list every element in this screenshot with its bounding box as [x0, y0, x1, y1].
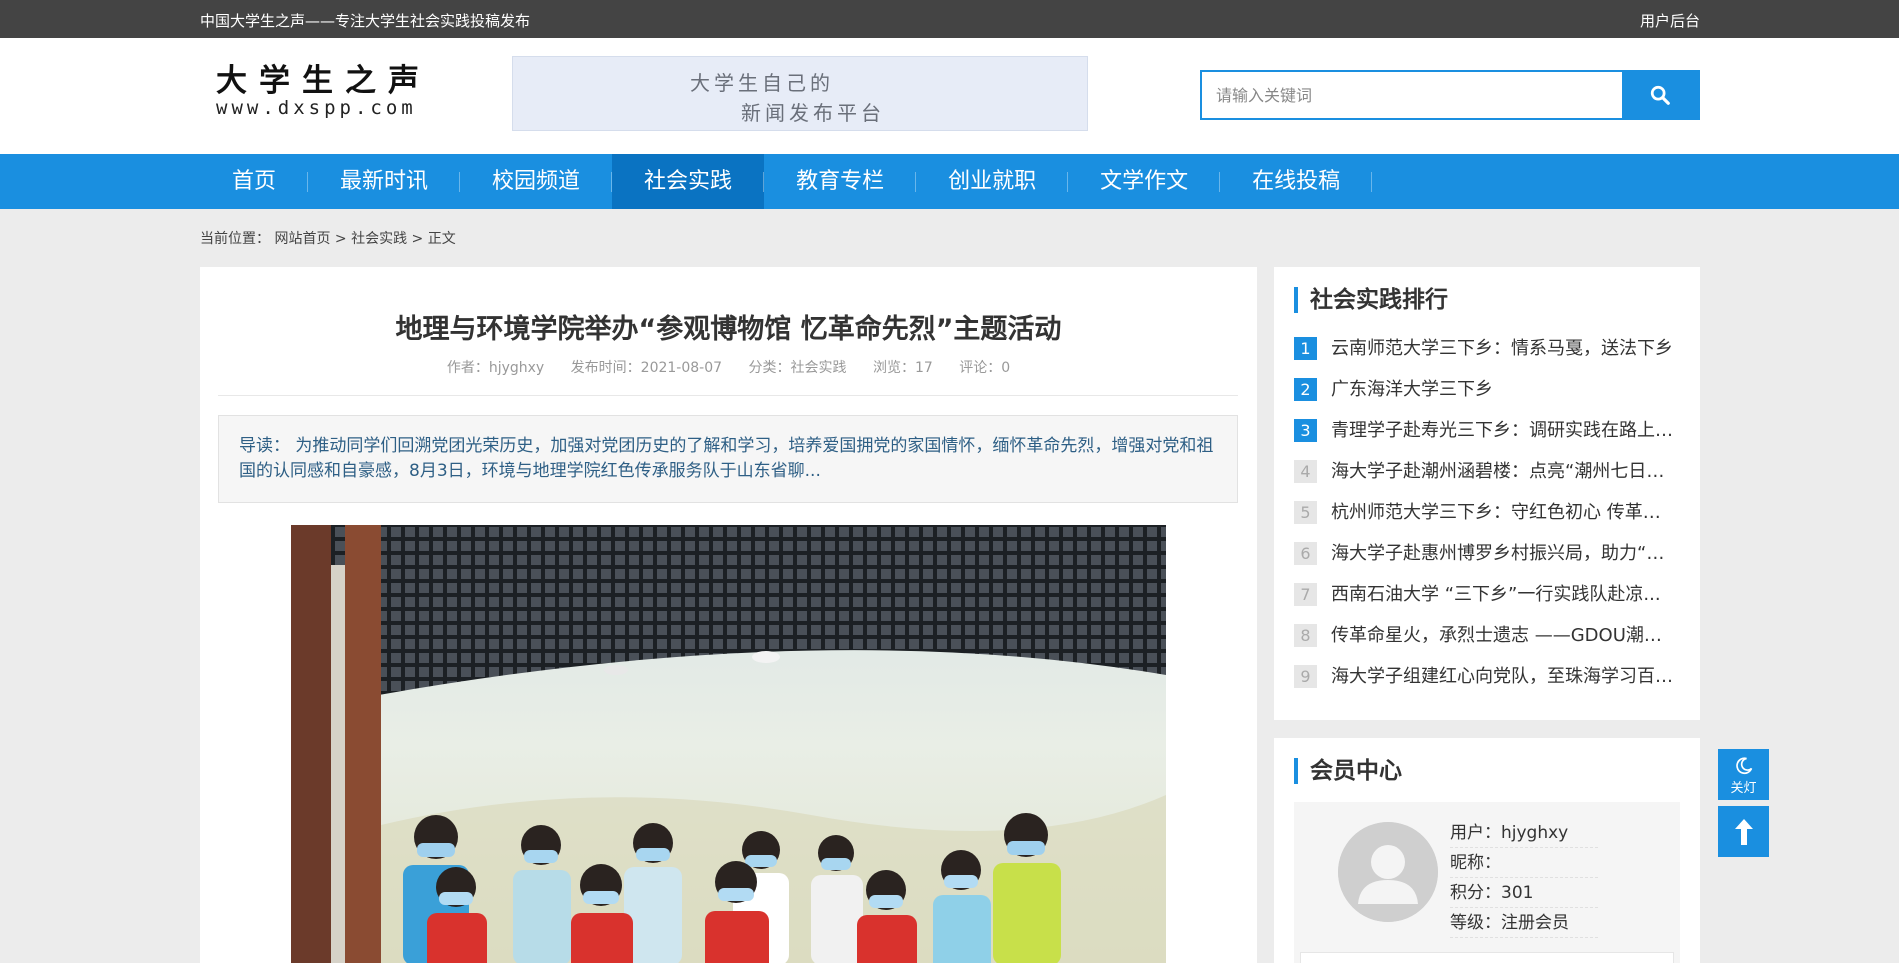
nav-item-label: 最新时讯 [340, 169, 429, 194]
breadcrumb-home-link[interactable]: 网站首页 [274, 231, 330, 247]
user-backend-link[interactable]: 用户后台 [1640, 10, 1700, 31]
back-to-top-button[interactable] [1718, 806, 1769, 857]
nav-item-campus[interactable]: 校园频道 [460, 154, 613, 209]
member-info-box: 用户：hjyghxy 昵称： 积分：301 等级：注册会员 [1294, 802, 1680, 963]
ranking-item[interactable]: 4 海大学子赴潮州涵碧楼：点亮“潮州七日红... [1294, 460, 1680, 501]
site-logo[interactable]: 大学生之声 www.dxspp.com [216, 64, 446, 124]
nav-item-latest-news[interactable]: 最新时讯 [308, 154, 461, 209]
nav-item-label: 社会实践 [644, 169, 733, 194]
member-points: 积分：301 [1450, 878, 1598, 908]
article-meta: 作者：hjyghxy 发布时间：2021-08-07 分类：社会实践 浏览：17… [200, 357, 1257, 377]
ranking-item-title: 西南石油大学 “三下乡”一行实践队赴凉... [1331, 584, 1661, 605]
dark-mode-button[interactable]: 关灯 [1718, 749, 1769, 800]
ranking-item[interactable]: 5 杭州师范大学三下乡：守红色初心 传革命... [1294, 501, 1680, 542]
ranking-item-title: 云南师范大学三下乡：情系马戛，送法下乡 [1331, 338, 1673, 359]
ranking-panel: 社会实践排行 1 云南师范大学三下乡：情系马戛，送法下乡 2 广东海洋大学三下乡 3… [1274, 267, 1700, 720]
ranking-number: 1 [1294, 337, 1317, 360]
banner-line-2: 新闻发布平台 [741, 101, 885, 125]
ranking-item[interactable]: 8 传革命星火，承烈士遗志 ——GDOU潮州... [1294, 624, 1680, 665]
ranking-item-title: 海大学子赴潮州涵碧楼：点亮“潮州七日红... [1331, 461, 1677, 482]
ranking-number: 6 [1294, 542, 1317, 565]
article-date: 发布时间：2021-08-07 [570, 360, 723, 376]
nav-item-submit[interactable]: 在线投稿 [1220, 154, 1373, 209]
article-title: 地理与环境学院举办“参观博物馆 忆革命先烈”主题活动 [395, 314, 1062, 345]
ranking-title: 社会实践排行 [1294, 287, 1448, 313]
ranking-item-title: 海大学子赴惠州博罗乡村振兴局，助力“鹅... [1331, 543, 1677, 564]
article-divider [218, 395, 1238, 396]
ranking-number: 5 [1294, 501, 1317, 524]
header-banner: 大学生自己的 新闻发布平台 [512, 56, 1088, 131]
ranking-number: 4 [1294, 460, 1317, 483]
ranking-item-title: 传革命星火，承烈士遗志 ——GDOU潮州... [1331, 625, 1677, 646]
member-info: 用户：hjyghxy 昵称： 积分：301 等级：注册会员 [1450, 818, 1598, 938]
article-panel: 地理与环境学院举办“参观博物馆 忆革命先烈”主题活动 作者：hjyghxy 发布… [200, 267, 1257, 963]
article-category: 分类：社会实践 [748, 360, 847, 376]
member-user: 用户：hjyghxy [1450, 818, 1598, 848]
nav-item-career[interactable]: 创业就职 [916, 154, 1069, 209]
museum-group-photo [291, 525, 1166, 963]
nav-item-label: 教育专栏 [796, 169, 885, 194]
nav-item-label: 创业就职 [948, 169, 1037, 194]
ranking-item[interactable]: 7 西南石油大学 “三下乡”一行实践队赴凉... [1294, 583, 1680, 624]
ranking-number: 3 [1294, 419, 1317, 442]
dark-mode-label: 关灯 [1730, 781, 1757, 796]
ranking-number: 8 [1294, 624, 1317, 647]
article-author: 作者：hjyghxy [446, 360, 545, 376]
ranking-item-title: 海大学子组建红心向党队，至珠海学习百年... [1331, 666, 1677, 687]
nav-list: 首页 最新时讯 校园频道 社会实践 教育专栏 创业就职 文学作文 在线投稿 [200, 154, 1373, 209]
nav-item-social-practice[interactable]: 社会实践 [612, 154, 765, 209]
ranking-number: 2 [1294, 378, 1317, 401]
nav-item-label: 在线投稿 [1252, 169, 1341, 194]
ranking-item[interactable]: 1 云南师范大学三下乡：情系马戛，送法下乡 [1294, 337, 1680, 378]
nav-item-literature[interactable]: 文学作文 [1068, 154, 1221, 209]
breadcrumb-separator: > [334, 231, 347, 247]
member-level: 等级：注册会员 [1450, 908, 1598, 938]
nav-item-label: 校园频道 [492, 169, 581, 194]
breadcrumb-separator: > [411, 231, 424, 247]
article-lead: 导读： 为推动同学们回溯党团光荣历史，加强对党团历史的了解和学习，培养爱国拥党的… [218, 415, 1238, 503]
article-photo [291, 525, 1166, 963]
ranking-list: 1 云南师范大学三下乡：情系马戛，送法下乡 2 广东海洋大学三下乡 3 青理学子赴寿光… [1294, 337, 1680, 706]
site-header: 大学生之声 www.dxspp.com 大学生自己的 新闻发布平台 [0, 38, 1899, 154]
ranking-item-title: 青理学子赴寿光三下乡：调研实践在路上，... [1331, 420, 1677, 441]
arrow-up-icon [1735, 819, 1753, 845]
breadcrumb-category-link[interactable]: 社会实践 [351, 231, 407, 247]
breadcrumb-prefix: 当前位置： [200, 231, 270, 247]
main-nav: 首页 最新时讯 校园频道 社会实践 教育专栏 创业就职 文学作文 在线投稿 [0, 154, 1899, 209]
nav-item-education[interactable]: 教育专栏 [764, 154, 917, 209]
search-icon [1650, 85, 1670, 105]
banner-line-1: 大学生自己的 [690, 71, 834, 95]
article-comments: 评论：0 [959, 360, 1011, 376]
ranking-number: 9 [1294, 665, 1317, 688]
nav-item-home[interactable]: 首页 [200, 154, 309, 209]
logo-chinese-text: 大学生之声 [216, 63, 431, 99]
member-center-title: 会员中心 [1294, 758, 1402, 784]
article-views: 浏览：17 [872, 360, 933, 376]
breadcrumb-current: 正文 [427, 231, 456, 247]
nav-item-label: 文学作文 [1100, 169, 1189, 194]
ranking-item-title: 广东海洋大学三下乡 [1331, 379, 1493, 400]
ranking-item-title: 杭州师范大学三下乡：守红色初心 传革命... [1331, 502, 1677, 523]
search-input[interactable] [1202, 72, 1622, 118]
ranking-number: 7 [1294, 583, 1317, 606]
site-slogan: 中国大学生之声——专注大学生社会实践投稿发布 [200, 12, 531, 30]
breadcrumb: 当前位置： 网站首页 > 社会实践 > 正文 [200, 228, 456, 248]
ranking-item[interactable]: 3 青理学子赴寿光三下乡：调研实践在路上，... [1294, 419, 1680, 460]
top-bar: 中国大学生之声——专注大学生社会实践投稿发布 用户后台 [0, 0, 1899, 38]
member-center-panel: 会员中心 用户：hjyghxy 昵称： 积分：301 等级：注册会员 [1274, 738, 1700, 963]
member-actions-card [1300, 952, 1674, 963]
nav-item-label: 首页 [232, 169, 277, 194]
ranking-item[interactable]: 6 海大学子赴惠州博罗乡村振兴局，助力“鹅... [1294, 542, 1680, 583]
search-box [1200, 70, 1700, 120]
search-button[interactable] [1622, 72, 1698, 118]
member-nickname: 昵称： [1450, 848, 1598, 878]
user-silhouette-icon [1338, 822, 1438, 922]
ranking-item[interactable]: 9 海大学子组建红心向党队，至珠海学习百年... [1294, 665, 1680, 706]
moon-icon [1736, 757, 1753, 775]
avatar[interactable] [1338, 822, 1438, 922]
logo-domain-text: www.dxspp.com [216, 97, 417, 119]
ranking-item[interactable]: 2 广东海洋大学三下乡 [1294, 378, 1680, 419]
